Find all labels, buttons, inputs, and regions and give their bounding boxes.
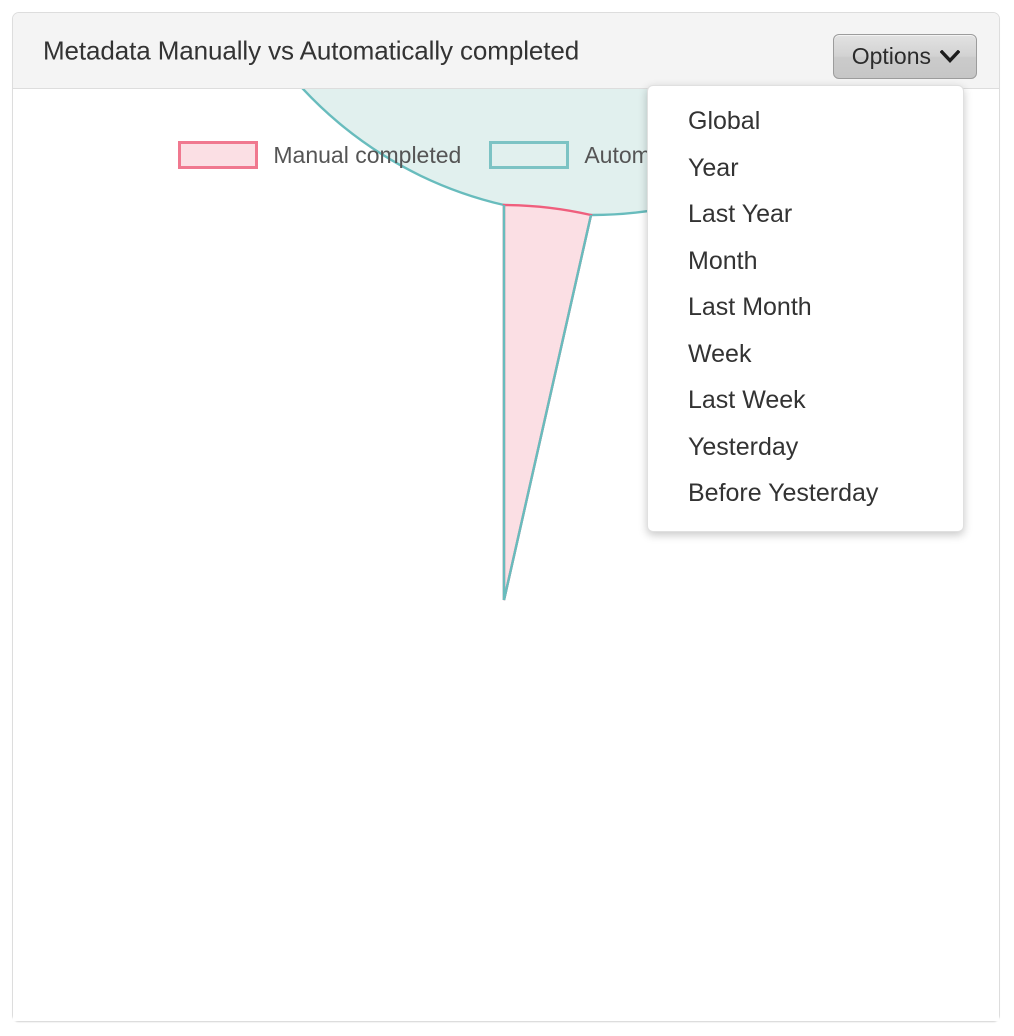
dropdown-item-before-yesterday[interactable]: Before Yesterday: [648, 470, 963, 517]
dropdown-item-week[interactable]: Week: [648, 331, 963, 378]
legend-entry-manual-completed[interactable]: Manual completed: [178, 141, 461, 169]
options-dropdown-menu[interactable]: Global Year Last Year Month Last Month W…: [647, 85, 964, 532]
dropdown-item-global[interactable]: Global: [648, 98, 963, 145]
card-header: Metadata Manually vs Automatically compl…: [13, 13, 999, 89]
dropdown-item-last-week[interactable]: Last Week: [648, 377, 963, 424]
page-title: Metadata Manually vs Automatically compl…: [43, 35, 580, 65]
screenshot-root: Metadata Manually vs Automatically compl…: [0, 0, 1014, 1036]
legend-swatch-automatically-completed: [489, 141, 570, 169]
dropdown-item-month[interactable]: Month: [648, 238, 963, 285]
legend-label-manual-completed: Manual completed: [273, 141, 462, 168]
dropdown-item-yesterday[interactable]: Yesterday: [648, 424, 963, 471]
chart-card: Metadata Manually vs Automatically compl…: [12, 12, 1000, 1022]
dropdown-item-last-year[interactable]: Last Year: [648, 191, 963, 238]
options-button[interactable]: Options: [832, 34, 977, 79]
legend-swatch-manual-completed: [178, 141, 259, 169]
chevron-down-icon: [939, 49, 961, 63]
options-button-label: Options: [851, 43, 931, 69]
dropdown-item-last-month[interactable]: Last Month: [648, 284, 963, 331]
dropdown-item-year[interactable]: Year: [648, 145, 963, 192]
